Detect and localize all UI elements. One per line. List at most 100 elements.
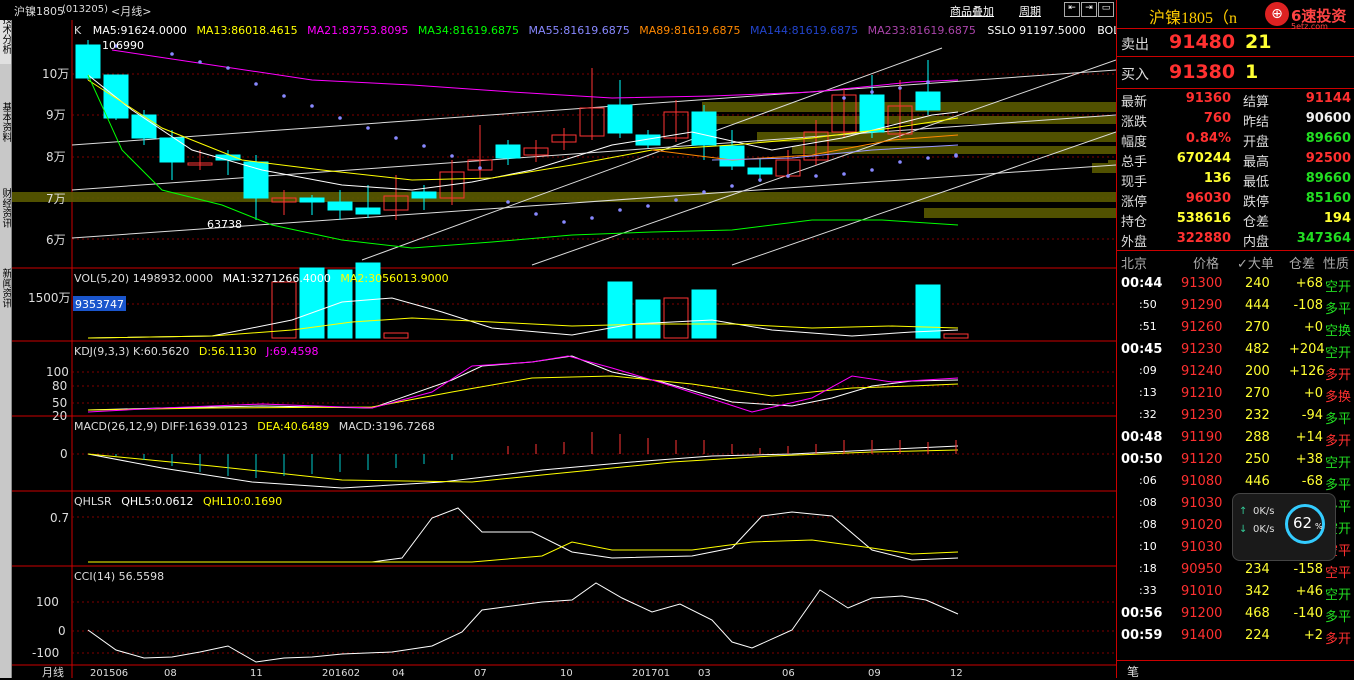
sar-dot [506, 200, 510, 204]
tick-row[interactable]: :18 90950 234 -158 空平 [1117, 560, 1354, 582]
tick-nature: 空开 [1325, 346, 1352, 361]
stat-label: 结算 [1243, 95, 1270, 110]
tick-price: 91240 [1181, 364, 1223, 379]
candle-body [747, 167, 773, 175]
tick-row[interactable]: 00:50 91120 250 +38 空开 [1117, 450, 1354, 472]
cci-title: CCI(14) 56.5598 [74, 570, 164, 583]
download-icon: ↓ [1239, 524, 1248, 535]
sar-dot [310, 104, 314, 108]
percent-sign: % [1315, 522, 1323, 531]
tick-time: :18 [1139, 562, 1157, 575]
x-tick-label: 201602 [322, 668, 360, 678]
tick-col-header: 价格 [1193, 257, 1220, 272]
ma89-label: MA89:81619.6875 [639, 24, 740, 37]
x-tick-label: 201701 [632, 668, 670, 678]
kdj-axis-100: 100 [46, 365, 69, 379]
tick-oi-change: +0 [1303, 320, 1323, 335]
tick-nature: 空换 [1325, 324, 1352, 339]
tick-row[interactable]: :51 91260 270 +0 空换 [1117, 318, 1354, 340]
tick-row[interactable]: :13 91210 270 +0 多换 [1117, 384, 1354, 406]
stat-value: 194 [1323, 211, 1351, 226]
stat-label: 涨停 [1121, 195, 1148, 210]
contract-code: (013205) [62, 4, 108, 15]
next-icon[interactable]: ⇥ [1081, 2, 1097, 17]
candle-body [859, 94, 885, 133]
kdj-d: D:56.1130 [199, 345, 257, 358]
k-label: K [74, 24, 82, 37]
speed-widget: ↑ 0K/s ↓ 0K/s 62 % [1232, 493, 1336, 561]
tick-nature: 多平 [1325, 412, 1352, 427]
tab-basic-info[interactable]: 基本资料 [0, 92, 11, 152]
tick-time: 00:48 [1121, 430, 1163, 445]
volume-bar [943, 333, 969, 339]
svg-text:MACD(26,12,9) DIFF:1639.0123: MACD(26,12,9) DIFF:1639.0123 DEA:40.6489… [74, 420, 435, 433]
high-price-label: 106990 [102, 39, 144, 52]
stat-label: 现手 [1121, 175, 1148, 190]
tick-row[interactable]: :33 91010 342 +46 空开 [1117, 582, 1354, 604]
stat-label: 开盘 [1243, 135, 1270, 150]
stat-label: 仓差 [1243, 215, 1270, 230]
stat-value: 322880 [1176, 231, 1231, 246]
tick-col-header: 性质 [1323, 257, 1350, 272]
tick-row[interactable]: 00:44 91300 240 +68 空开 [1117, 274, 1354, 296]
macd-dea: DEA:40.6489 [257, 420, 329, 433]
sar-dot [282, 94, 286, 98]
tab-finance-news[interactable]: 财经资讯 [0, 178, 11, 238]
tick-row[interactable]: 00:56 91200 468 -140 多平 [1117, 604, 1354, 626]
stat-value: 538616 [1176, 211, 1231, 226]
tick-nature: 多换 [1325, 390, 1352, 405]
tick-row[interactable]: :32 91230 232 -94 多平 [1117, 406, 1354, 428]
y-label-60k: 6万 [46, 233, 66, 247]
sar-dot [198, 60, 202, 64]
volume-bar [915, 284, 941, 339]
tick-row[interactable]: 00:48 91190 288 +14 多开 [1117, 428, 1354, 450]
qhl10-line [88, 539, 959, 563]
sar-dot [786, 174, 790, 178]
tick-row[interactable]: :09 91240 200 +126 多开 [1117, 362, 1354, 384]
quote-stat-row: 涨跌 760 昨结 90600 [1117, 110, 1354, 130]
tick-row[interactable]: :06 91080 446 -68 多平 [1117, 472, 1354, 494]
sar-dot [394, 136, 398, 140]
tick-row[interactable]: :50 91290 444 -108 多平 [1117, 296, 1354, 318]
stat-value: 89660 [1305, 131, 1351, 146]
download-speed: 0K/s [1253, 524, 1275, 535]
x-tick-label: 11 [250, 668, 263, 678]
zoom-icon[interactable]: ▭ [1098, 2, 1114, 17]
bottom-tab[interactable]: 笔 [1127, 663, 1139, 680]
overlay-link[interactable]: 商品叠加 [950, 3, 994, 19]
quote-stat-row: 总手 670244 最高 92500 [1117, 150, 1354, 170]
tick-volume: 224 [1245, 628, 1270, 643]
tick-oi-change: -68 [1301, 474, 1323, 489]
tab-news[interactable]: 新闻资讯 [0, 258, 11, 318]
tick-volume: 446 [1245, 474, 1270, 489]
cci-line [87, 582, 959, 663]
tick-time: :33 [1139, 584, 1157, 597]
tick-volume: 232 [1245, 408, 1270, 423]
tick-row[interactable]: 00:59 91400 224 +2 多开 [1117, 626, 1354, 648]
stat-value: 670244 [1176, 151, 1231, 166]
candle-body [243, 161, 269, 199]
tick-oi-change: +68 [1295, 276, 1323, 291]
cycle-link[interactable]: 周期 [1019, 3, 1041, 19]
stat-label: 总手 [1121, 155, 1148, 170]
kline-chart[interactable]: 10万 9万 8万 7万 6万 106990 63738 K MA5:91624… [12, 20, 1116, 678]
tick-time: :06 [1139, 474, 1157, 487]
quote-stat-row: 现手 136 最低 89660 [1117, 170, 1354, 190]
candle-body [607, 104, 633, 134]
period-label[interactable]: <月线> [111, 3, 151, 19]
sar-dot [450, 154, 454, 158]
x-tick-label: 201506 [90, 668, 128, 678]
buy-volume: 1 [1245, 61, 1259, 83]
tick-oi-change: -158 [1293, 562, 1323, 577]
candle-body [719, 145, 745, 167]
prev-icon[interactable]: ⇤ [1064, 2, 1080, 17]
tick-row[interactable]: 00:45 91230 482 +204 空开 [1117, 340, 1354, 362]
tick-volume: 468 [1245, 606, 1270, 621]
sar-dot [898, 160, 902, 164]
tick-time: 00:56 [1121, 606, 1163, 621]
sell-label: 卖出 [1121, 37, 1149, 53]
candle-body [355, 207, 381, 215]
kdj-title: KDJ(9,3,3) K:60.5620 [74, 345, 189, 358]
low-price-label: 63738 [207, 218, 242, 231]
qhl10: QHL10:0.1690 [203, 495, 282, 508]
